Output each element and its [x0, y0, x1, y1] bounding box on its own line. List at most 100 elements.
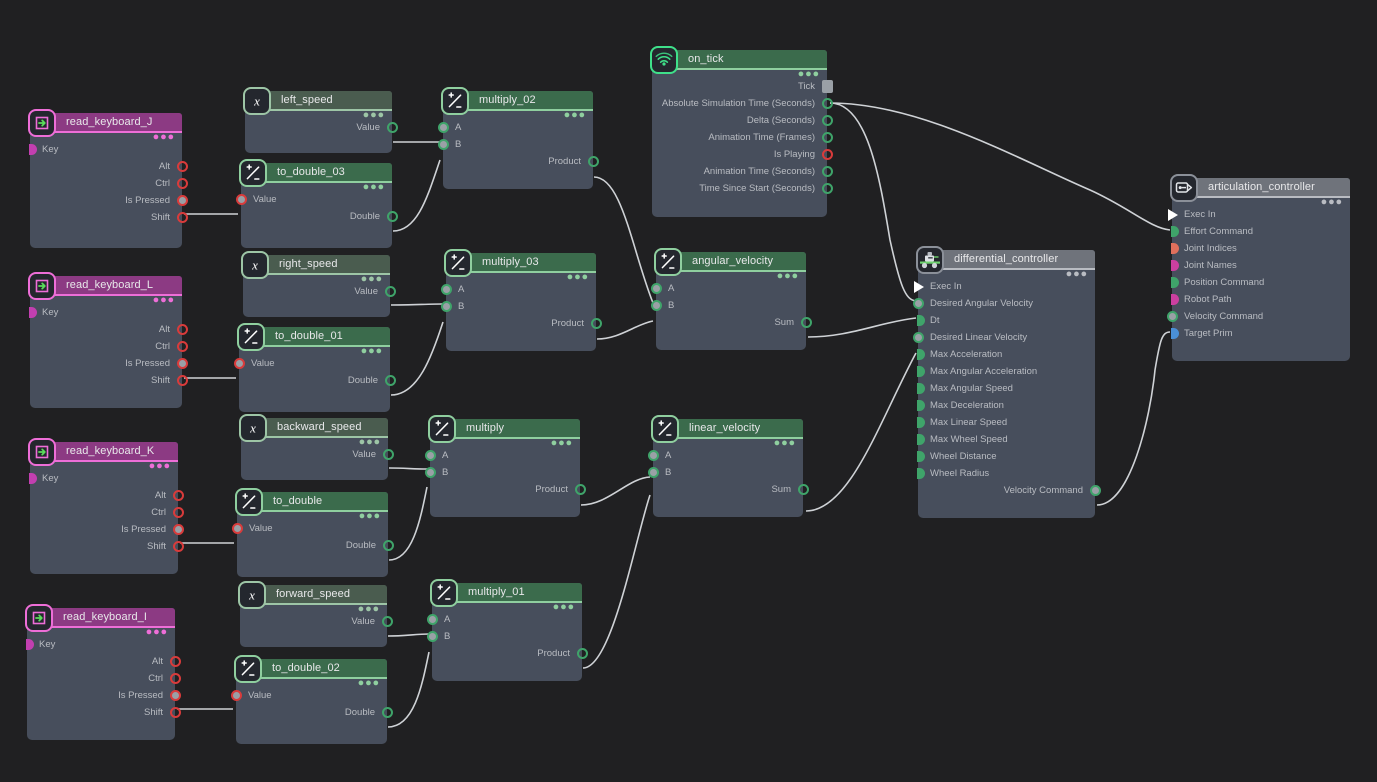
node-backward_speed[interactable]: x backward_speed ●●● Value: [239, 414, 394, 480]
node-to_double[interactable]: to_double ●●● Value Double: [231, 488, 394, 577]
port-dot[interactable]: [176, 212, 188, 223]
output-port[interactable]: Is Pressed: [30, 521, 184, 538]
output-port[interactable]: Is Pressed: [27, 687, 181, 704]
port-dot[interactable]: [176, 324, 188, 335]
node-header[interactable]: read_keyboard_K: [28, 438, 178, 466]
port-dot[interactable]: [912, 298, 924, 309]
node-angular_velocity[interactable]: angular_velocity ●●● A B Sum: [650, 248, 812, 350]
node-read_keyboard_J[interactable]: read_keyboard_J ●●● Key Alt Ctrl Is Pressed Sh…: [28, 109, 188, 248]
output-port[interactable]: Double: [236, 704, 393, 721]
port-dot[interactable]: [821, 166, 833, 177]
port-dot[interactable]: [382, 540, 394, 551]
port-dot[interactable]: [426, 614, 438, 625]
output-port[interactable]: Sum: [653, 481, 809, 498]
port-dot[interactable]: [917, 468, 925, 479]
port-dot[interactable]: [917, 451, 925, 462]
port-dot[interactable]: [821, 149, 833, 160]
port-dot[interactable]: [169, 690, 181, 701]
port-dot[interactable]: [1171, 260, 1179, 271]
exec-port-dot[interactable]: [1168, 208, 1178, 221]
wire[interactable]: [388, 486, 428, 561]
output-port[interactable]: Ctrl: [30, 504, 184, 521]
output-port[interactable]: Alt: [30, 321, 188, 338]
port-dot[interactable]: [437, 122, 449, 133]
output-port[interactable]: Ctrl: [27, 670, 181, 687]
port-dot[interactable]: [1171, 226, 1179, 237]
port-dot[interactable]: [917, 400, 925, 411]
node-linear_velocity[interactable]: linear_velocity ●●● A B Sum: [647, 415, 809, 517]
port-dot[interactable]: [917, 349, 925, 360]
port-dot[interactable]: [172, 541, 184, 552]
input-port[interactable]: Key: [26, 636, 175, 653]
input-port[interactable]: Desired Angular Velocity: [912, 295, 1095, 312]
input-port[interactable]: A: [440, 281, 596, 298]
port-dot[interactable]: [440, 284, 452, 295]
node-header[interactable]: x left_speed: [243, 87, 392, 115]
port-dot[interactable]: [29, 307, 37, 318]
output-port[interactable]: Alt: [27, 653, 181, 670]
input-port[interactable]: Effort Command: [1171, 223, 1350, 240]
input-port[interactable]: B: [437, 136, 593, 153]
port-dot[interactable]: [917, 315, 925, 326]
port-dot[interactable]: [29, 473, 37, 484]
input-port[interactable]: Joint Names: [1171, 257, 1350, 274]
port-dot[interactable]: [176, 178, 188, 189]
input-port[interactable]: Target Prim: [1171, 325, 1350, 342]
output-port[interactable]: Double: [239, 372, 396, 389]
port-dot[interactable]: [235, 194, 247, 205]
input-port[interactable]: Key: [29, 470, 178, 487]
output-port[interactable]: Is Playing: [652, 146, 833, 163]
output-port[interactable]: Shift: [30, 209, 188, 226]
input-port[interactable]: Wheel Distance: [917, 448, 1095, 465]
output-port[interactable]: Product: [443, 153, 599, 170]
wire[interactable]: [582, 494, 651, 669]
input-port[interactable]: Max Acceleration: [917, 346, 1095, 363]
node-right_speed[interactable]: x right_speed ●●● Value: [241, 251, 396, 317]
wire[interactable]: [390, 303, 444, 306]
node-multiply_02[interactable]: multiply_02 ●●● A B Product: [437, 87, 599, 189]
port-dot[interactable]: [426, 631, 438, 642]
node-read_keyboard_I[interactable]: read_keyboard_I ●●● Key Alt Ctrl Is Pressed Sh…: [25, 604, 181, 740]
port-dot[interactable]: [384, 375, 396, 386]
input-port[interactable]: Max Angular Acceleration: [917, 363, 1095, 380]
node-header[interactable]: multiply_03: [444, 249, 596, 277]
wire[interactable]: [580, 476, 651, 506]
input-port[interactable]: B: [424, 464, 580, 481]
node-to_double_02[interactable]: to_double_02 ●●● Value Double: [230, 655, 393, 744]
node-forward_speed[interactable]: x forward_speed ●●● Value: [238, 581, 393, 647]
port-dot[interactable]: [576, 648, 588, 659]
output-port[interactable]: Time Since Start (Seconds): [652, 180, 833, 197]
port-dot[interactable]: [382, 449, 394, 460]
output-port[interactable]: Value: [241, 446, 394, 463]
output-port[interactable]: Ctrl: [30, 175, 188, 192]
input-port[interactable]: A: [437, 119, 593, 136]
node-header[interactable]: multiply_01: [430, 579, 582, 607]
input-port[interactable]: Velocity Command: [1166, 308, 1350, 325]
output-port[interactable]: Animation Time (Seconds): [652, 163, 833, 180]
output-port[interactable]: Product: [432, 645, 588, 662]
port-dot[interactable]: [176, 161, 188, 172]
node-left_speed[interactable]: x left_speed ●●● Value: [243, 87, 398, 153]
port-dot[interactable]: [800, 317, 812, 328]
wire[interactable]: [807, 317, 917, 338]
output-port[interactable]: Alt: [30, 487, 184, 504]
output-port[interactable]: Product: [446, 315, 602, 332]
output-port[interactable]: Ctrl: [30, 338, 188, 355]
port-dot[interactable]: [1166, 311, 1178, 322]
node-header[interactable]: read_keyboard_L: [28, 272, 182, 300]
wire[interactable]: [387, 651, 430, 728]
port-dot[interactable]: [424, 467, 436, 478]
input-port[interactable]: A: [424, 447, 580, 464]
port-dot[interactable]: [169, 656, 181, 667]
node-multiply_03[interactable]: multiply_03 ●●● A B Product: [440, 249, 602, 351]
output-port[interactable]: Delta (Seconds): [652, 112, 833, 129]
node-header[interactable]: to_double_01: [237, 323, 390, 351]
input-port[interactable]: B: [650, 297, 806, 314]
node-on_tick[interactable]: on_tick ●●● Tick Absolute Simulation Time (…: [650, 46, 833, 217]
output-port[interactable]: Absolute Simulation Time (Seconds): [652, 95, 833, 112]
port-dot[interactable]: [650, 283, 662, 294]
output-port[interactable]: Double: [241, 208, 398, 225]
port-dot[interactable]: [176, 195, 188, 206]
port-dot[interactable]: [386, 211, 398, 222]
output-port[interactable]: Is Pressed: [30, 192, 188, 209]
